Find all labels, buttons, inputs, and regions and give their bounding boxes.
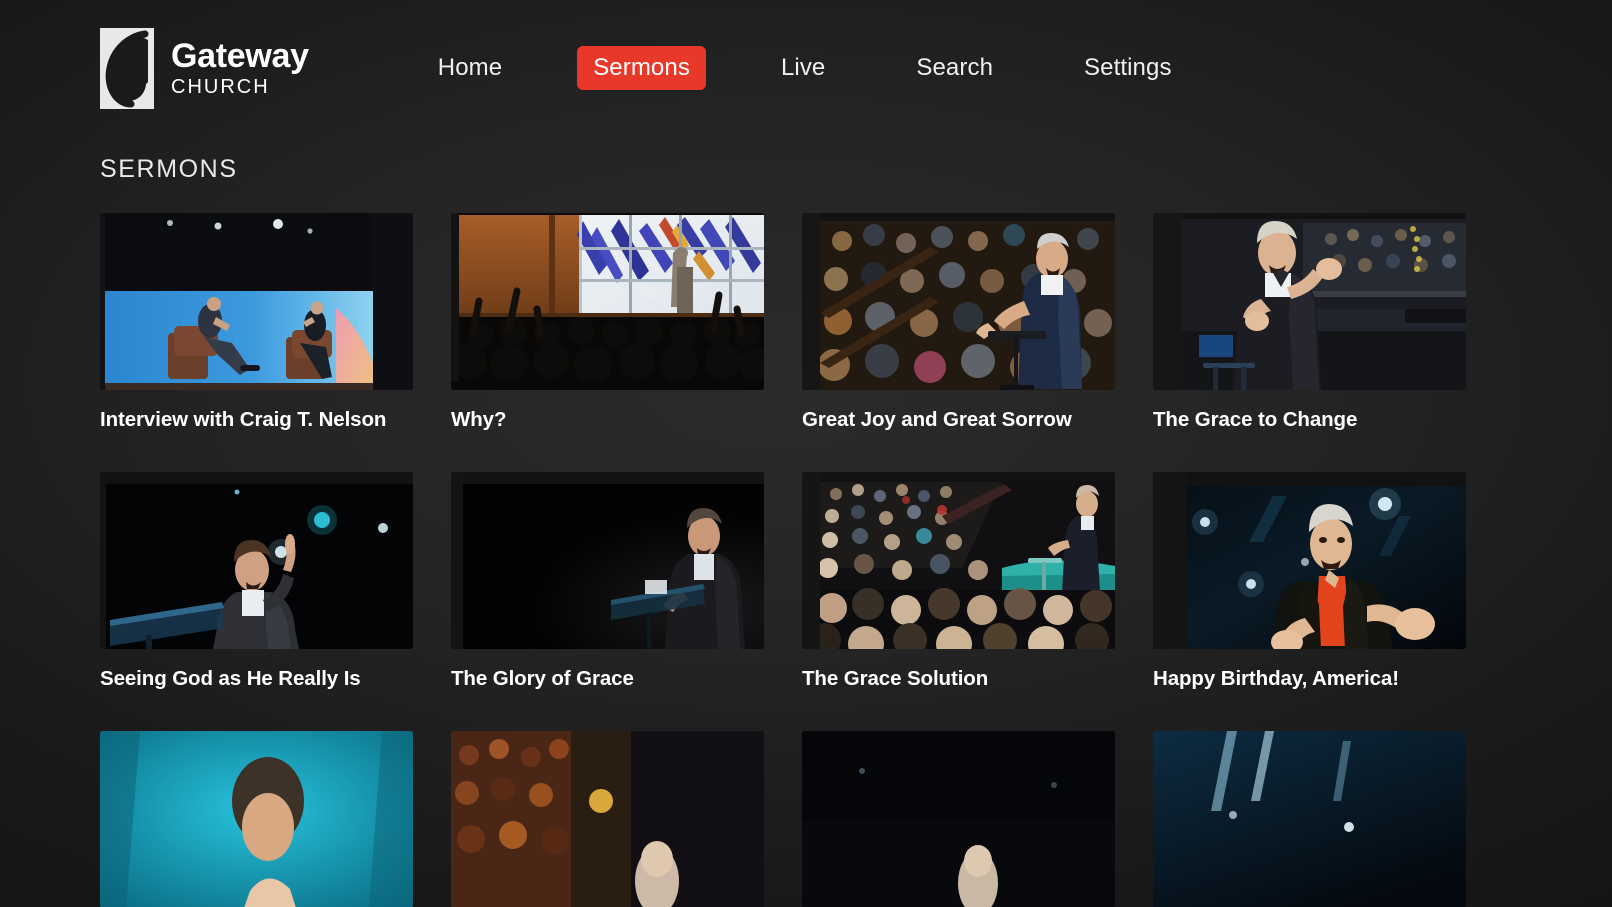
sermon-thumbnail — [451, 472, 764, 649]
sermon-card[interactable]: Interview with Craig T. Nelson — [100, 213, 413, 433]
sermon-title: The Glory of Grace — [451, 666, 741, 692]
sermon-card[interactable]: Seeing God as He Really Is — [100, 472, 413, 692]
sermon-card[interactable] — [802, 731, 1115, 907]
sermons-app-screen: Gateway CHURCH Home Sermons Live Search … — [0, 0, 1612, 907]
sermon-thumbnail — [100, 731, 413, 907]
app-header: Gateway CHURCH Home Sermons Live Search … — [0, 0, 1612, 136]
brand-subtitle: CHURCH — [171, 77, 309, 97]
sermon-thumbnail — [802, 731, 1115, 907]
sermon-card[interactable]: The Grace to Change — [1153, 213, 1466, 433]
brand-logo[interactable]: Gateway CHURCH — [100, 28, 309, 108]
sermon-card[interactable] — [100, 731, 413, 907]
sermon-title: The Grace Solution — [802, 666, 1092, 692]
nav-item-home[interactable]: Home — [422, 46, 518, 91]
nav-item-live[interactable]: Live — [765, 46, 841, 91]
sermon-thumbnail — [802, 472, 1115, 649]
nav-item-search[interactable]: Search — [900, 46, 1009, 91]
sermon-card[interactable] — [451, 731, 764, 907]
sermon-card[interactable]: Great Joy and Great Sorrow — [802, 213, 1115, 433]
sermon-card[interactable]: The Glory of Grace — [451, 472, 764, 692]
sermon-card[interactable] — [1153, 731, 1466, 907]
gateway-g-logo-icon — [100, 28, 154, 109]
brand-name: Gateway — [171, 39, 309, 74]
sermon-title: Seeing God as He Really Is — [100, 666, 390, 692]
nav-item-sermons[interactable]: Sermons — [577, 46, 706, 91]
sermon-title: Happy Birthday, America! — [1153, 666, 1443, 692]
sermon-title: The Grace to Change — [1153, 407, 1443, 433]
sermon-thumbnail — [802, 213, 1115, 390]
sermon-thumbnail — [100, 213, 413, 390]
sermon-thumbnail — [451, 731, 764, 907]
sermon-title: Why? — [451, 407, 741, 433]
sermon-card[interactable]: The Grace Solution — [802, 472, 1115, 692]
sermon-thumbnail — [451, 213, 764, 390]
nav-item-settings[interactable]: Settings — [1068, 46, 1188, 91]
main-nav: Home Sermons Live Search Settings — [422, 46, 1188, 91]
sermon-thumbnail — [100, 472, 413, 649]
sermon-card[interactable]: Why? — [451, 213, 764, 433]
brand-wordmark: Gateway CHURCH — [171, 39, 309, 97]
sermon-thumbnail — [1153, 472, 1466, 649]
sermon-card[interactable]: Happy Birthday, America! — [1153, 472, 1466, 692]
sermon-grid: Interview with Craig T. Nelson — [100, 213, 1512, 907]
sermon-title: Interview with Craig T. Nelson — [100, 407, 390, 433]
sermon-thumbnail — [1153, 213, 1466, 390]
sermon-title: Great Joy and Great Sorrow — [802, 407, 1092, 433]
sermon-thumbnail — [1153, 731, 1466, 907]
page-title: SERMONS — [100, 155, 238, 184]
